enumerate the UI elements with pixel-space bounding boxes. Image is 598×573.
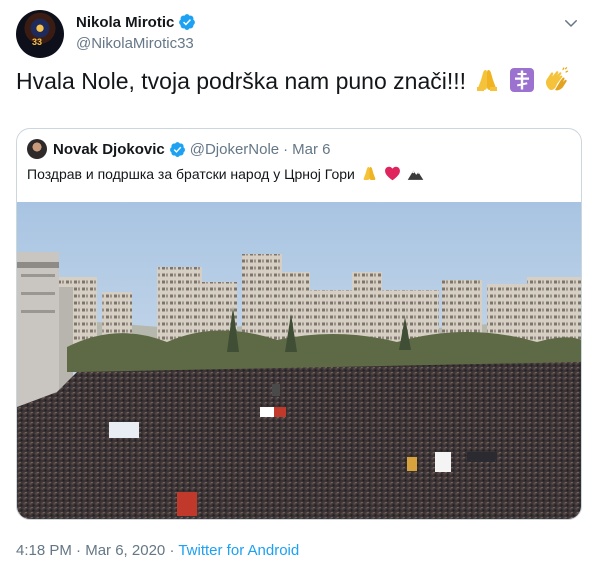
tweet-body: Hvala Nole, tvoja podrška nam puno znači… [16,66,569,96]
author-names: Nikola Mirotic @NikolaMirotic33 [76,12,196,54]
author-handle[interactable]: @NikolaMirotic33 [76,34,196,54]
quoted-author-display-name[interactable]: Novak Djokovic [53,141,165,158]
red-heart-icon [384,166,400,181]
clapping-hands-icon [546,67,569,91]
quoted-tweet[interactable]: Novak Djokovic @DjokerNole · Mar 6 Поздр… [16,128,582,520]
avatar-jersey-number: 33 [32,37,43,47]
author-display-name-row[interactable]: Nikola Mirotic [76,12,196,32]
quoted-tweet-text: Поздрав и подршка за братски народ у Црн… [27,166,355,182]
tweet-source-link[interactable]: Twitter for Android [178,542,299,559]
verified-badge-icon [179,14,196,30]
tweet-header: 33 Nikola Mirotic @NikolaMirotic33 [16,10,582,58]
quoted-tweet-date[interactable]: Mar 6 [292,141,330,158]
tweet-text: Hvala Nole, tvoja podrška nam puno znači… [16,68,467,94]
tweet-meta: 4:18 PM · Mar 6, 2020 · Twitter for Andr… [16,542,299,559]
tweet-date[interactable]: Mar 6, 2020 [85,542,165,559]
quoted-separator-dot: · [283,140,289,158]
quoted-tweet-header: Novak Djokovic @DjokerNole · Mar 6 [27,138,330,160]
quoted-author-avatar[interactable] [27,139,47,159]
quoted-tweet-body: Поздрав и подршка за братски народ у Црн… [27,165,424,182]
author-avatar[interactable]: 33 [16,10,64,58]
quoted-tweet-photo[interactable] [17,202,581,519]
meta-separator-dot-2: · [169,542,175,559]
verified-badge-icon [169,141,185,157]
quoted-author-handle[interactable]: @DjokerNole [190,141,279,158]
meta-separator-dot: · [76,542,82,559]
crowd-photo-image [17,202,581,519]
folded-hands-icon [477,70,498,91]
mountain-icon [407,170,423,180]
author-display-name[interactable]: Nikola Mirotic [76,14,174,31]
chevron-down-icon[interactable] [562,14,580,32]
folded-hands-icon [363,166,376,181]
orthodox-cross-icon [509,68,534,92]
tweet-time[interactable]: 4:18 PM [16,542,72,559]
